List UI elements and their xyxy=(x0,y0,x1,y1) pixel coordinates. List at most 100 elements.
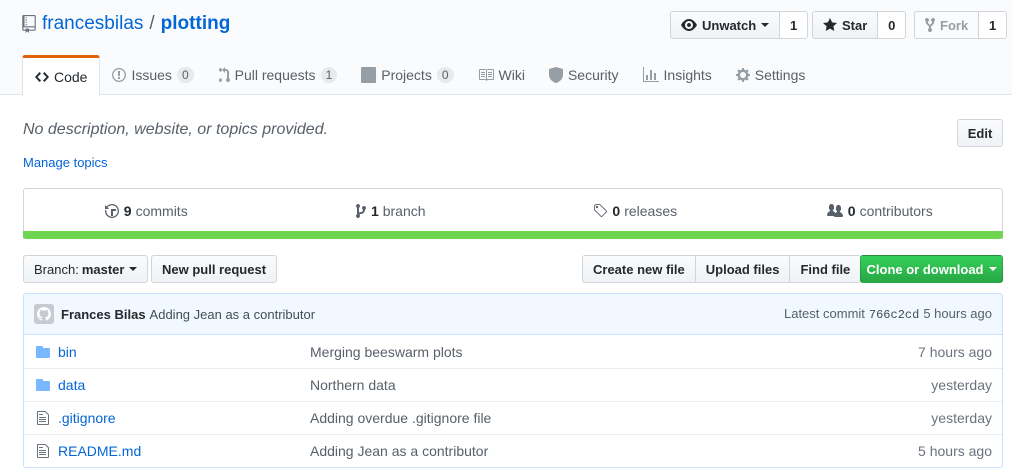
edit-button[interactable]: Edit xyxy=(957,119,1003,147)
tab-projects[interactable]: Projects 0 xyxy=(349,55,465,95)
pull-request-icon xyxy=(218,67,230,83)
releases-label: releases xyxy=(624,202,678,219)
releases-link[interactable]: 0 releases xyxy=(513,189,758,232)
file-name-link[interactable]: data xyxy=(58,377,310,393)
issue-icon xyxy=(112,68,127,82)
graph-icon xyxy=(642,67,659,82)
book-icon xyxy=(478,69,494,81)
repo-title: francesbilas / plotting xyxy=(22,13,230,35)
tab-label: Projects xyxy=(381,67,432,83)
list-item: data Northern data yesterday xyxy=(24,368,1002,401)
chevron-down-icon xyxy=(129,267,138,271)
fork-group: Fork 1 xyxy=(914,11,1008,39)
unwatch-label: Unwatch xyxy=(702,17,757,33)
forks-count[interactable]: 1 xyxy=(979,11,1008,39)
commit-prefix: Latest commit xyxy=(783,306,865,321)
shield-icon xyxy=(548,67,563,83)
tab-settings[interactable]: Settings xyxy=(724,55,818,95)
repo-separator: / xyxy=(149,13,155,34)
fork-icon xyxy=(925,17,935,33)
tab-pull-requests[interactable]: Pull requests 1 xyxy=(206,55,350,95)
projects-counter: 0 xyxy=(436,67,454,83)
star-button[interactable]: Star xyxy=(812,11,879,39)
file-actions: Create new file Upload files Find file xyxy=(582,255,862,283)
branch-icon xyxy=(355,203,366,218)
file-list: bin Merging beeswarm plots 7 hours ago d… xyxy=(23,335,1003,468)
tab-label: Code xyxy=(54,69,88,85)
list-item: .gitignore Adding overdue .gitignore fil… xyxy=(24,401,1002,434)
tab-insights[interactable]: Insights xyxy=(631,55,724,95)
unwatch-button[interactable]: Unwatch xyxy=(670,11,781,39)
repo-description: No description, website, or topics provi… xyxy=(23,121,329,138)
branch-select-button[interactable]: Branch: master xyxy=(23,255,149,283)
branches-link[interactable]: 1 branch xyxy=(269,189,514,232)
find-file-button[interactable]: Find file xyxy=(789,255,862,283)
stars-count[interactable]: 0 xyxy=(878,11,907,39)
file-icon xyxy=(28,410,58,426)
commit-sha[interactable]: 766c2cd xyxy=(869,308,919,322)
tab-wiki[interactable]: Wiki xyxy=(466,55,537,95)
tab-label: Insights xyxy=(663,67,712,83)
commit-message[interactable]: Adding Jean as a contributor xyxy=(150,307,316,322)
commits-link[interactable]: 9 commits xyxy=(24,189,269,232)
upload-files-button[interactable]: Upload files xyxy=(694,255,791,283)
language-bar[interactable] xyxy=(23,231,1003,239)
latest-commit-bar: Frances Bilas Adding Jean as a contribut… xyxy=(23,293,1003,335)
issues-counter: 0 xyxy=(176,67,194,83)
clone-download-label: Clone or download xyxy=(866,261,984,277)
watchers-count[interactable]: 1 xyxy=(780,11,809,39)
repo-name-link[interactable]: plotting xyxy=(161,13,231,35)
contributors-link[interactable]: 0 contributors xyxy=(758,189,1003,232)
pull-requests-counter: 1 xyxy=(320,67,338,83)
tab-security[interactable]: Security xyxy=(537,55,631,95)
eye-icon xyxy=(681,19,697,31)
manage-topics-link[interactable]: Manage topics xyxy=(23,155,108,170)
repo-owner-link[interactable]: francesbilas xyxy=(42,13,143,35)
file-name-link[interactable]: bin xyxy=(58,344,310,360)
file-icon xyxy=(28,443,58,459)
list-item: bin Merging beeswarm plots 7 hours ago xyxy=(24,335,1002,368)
new-pull-request-button[interactable]: New pull request xyxy=(151,255,278,283)
commit-author[interactable]: Frances Bilas xyxy=(61,307,146,322)
tab-label: Settings xyxy=(754,67,806,83)
gear-icon xyxy=(735,68,750,82)
folder-icon xyxy=(28,344,58,360)
tab-issues[interactable]: Issues 0 xyxy=(100,55,205,95)
file-commit-message[interactable]: Adding Jean as a contributor xyxy=(310,443,918,459)
branch-select-label: Branch: xyxy=(34,261,79,277)
clone-download-button[interactable]: Clone or download xyxy=(860,255,1003,283)
avatar[interactable] xyxy=(34,304,54,324)
file-age: 5 hours ago xyxy=(918,443,992,459)
history-icon xyxy=(104,203,119,218)
fork-label: Fork xyxy=(940,17,969,33)
branches-label: branch xyxy=(382,202,426,219)
commits-count: 9 xyxy=(123,202,132,219)
file-age: 7 hours ago xyxy=(918,343,992,360)
file-commit-message[interactable]: Northern data xyxy=(310,377,931,393)
commit-age: 5 hours ago xyxy=(923,306,992,321)
contributors-label: contributors xyxy=(859,202,933,219)
file-name-link[interactable]: README.md xyxy=(58,443,310,459)
branch-select-value: master xyxy=(81,261,125,277)
file-commit-message[interactable]: Merging beeswarm plots xyxy=(310,344,918,360)
contributors-count: 0 xyxy=(847,202,856,219)
fork-button[interactable]: Fork xyxy=(914,11,980,39)
tab-label: Issues xyxy=(131,67,172,83)
octocat-icon xyxy=(37,307,51,321)
create-new-file-button[interactable]: Create new file xyxy=(582,255,696,283)
tab-code[interactable]: Code xyxy=(22,55,101,96)
file-commit-message[interactable]: Adding overdue .gitignore file xyxy=(310,410,931,426)
code-icon xyxy=(35,72,49,82)
file-age: yesterday xyxy=(931,377,992,393)
people-icon xyxy=(826,203,843,217)
repo-nav: Code Issues 0 Pull requests 1 Projects 0 Wi… xyxy=(22,55,818,96)
file-name-link[interactable]: .gitignore xyxy=(58,410,310,426)
chevron-down-icon xyxy=(761,23,770,27)
releases-count: 0 xyxy=(612,202,621,219)
project-icon xyxy=(361,67,377,83)
file-age: yesterday xyxy=(931,410,992,426)
branches-count: 1 xyxy=(370,202,379,219)
chevron-down-icon xyxy=(988,267,997,271)
repo-icon xyxy=(22,15,36,33)
tab-label: Pull requests xyxy=(234,67,316,83)
